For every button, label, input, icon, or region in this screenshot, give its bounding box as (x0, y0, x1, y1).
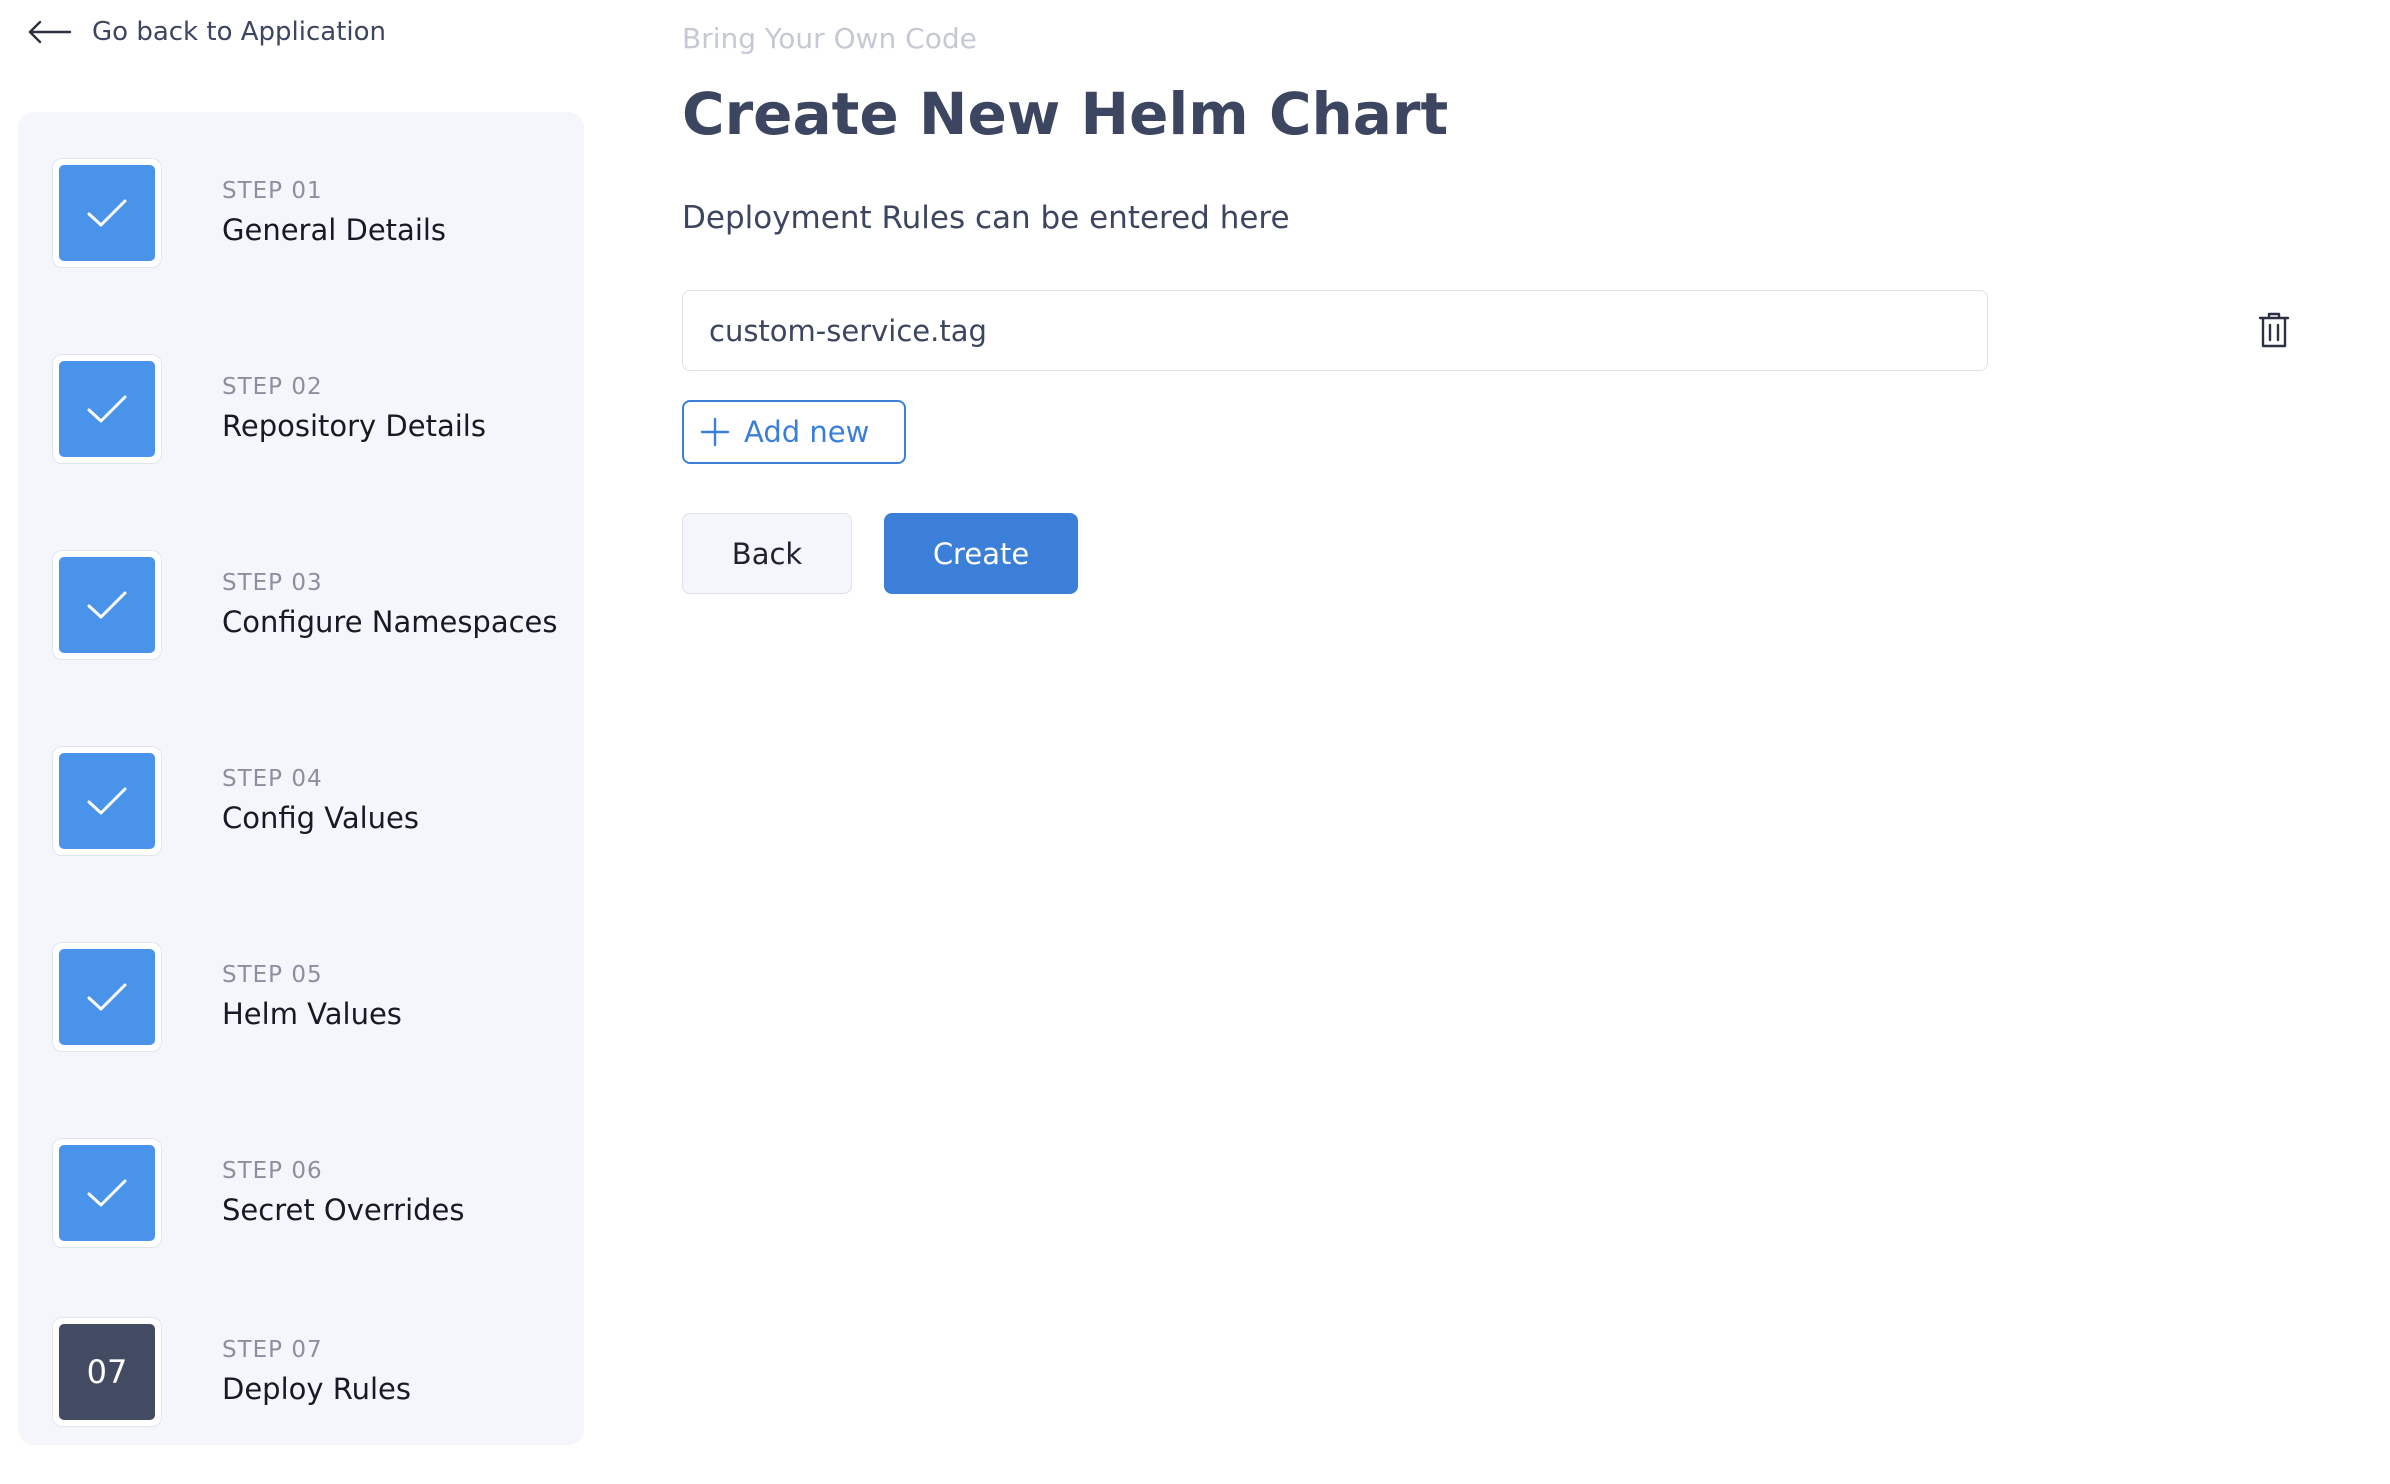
trash-icon (2258, 312, 2290, 348)
step-indicator (52, 550, 162, 660)
step-title: Deploy Rules (222, 1372, 411, 1406)
deployment-rules-label: Deployment Rules can be entered here (682, 200, 1290, 236)
step-indicator: 07 (52, 1317, 162, 1427)
step-number: 07 (86, 1353, 128, 1391)
add-new-rule-button[interactable]: Add new (682, 400, 906, 464)
step-indicator (52, 354, 162, 464)
checkmark-icon (87, 787, 127, 815)
checkmark-icon (87, 1179, 127, 1207)
step-number-label: STEP 04 (222, 766, 323, 792)
deployment-rule-input[interactable] (682, 290, 1988, 371)
stepper-sidebar: STEP 01 General Details STEP 02 Reposito… (18, 112, 584, 1445)
step-indicator (52, 1138, 162, 1248)
step-general-details[interactable]: STEP 01 General Details (52, 158, 572, 270)
delete-rule-button[interactable] (2252, 308, 2296, 352)
plus-icon (700, 417, 730, 447)
step-number-label: STEP 01 (222, 178, 323, 204)
step-indicator (52, 942, 162, 1052)
step-number-label: STEP 03 (222, 570, 323, 596)
checkmark-icon (87, 395, 127, 423)
back-to-application-label: Go back to Application (92, 17, 387, 47)
step-number-label: STEP 05 (222, 962, 323, 988)
step-title: General Details (222, 213, 447, 247)
arrow-left-icon (28, 20, 72, 44)
step-title: Secret Overrides (222, 1193, 465, 1227)
back-button[interactable]: Back (682, 513, 852, 594)
step-deploy-rules[interactable]: 07 STEP 07 Deploy Rules (52, 1317, 572, 1429)
create-button[interactable]: Create (884, 513, 1078, 594)
checkmark-icon (87, 591, 127, 619)
add-new-label: Add new (744, 415, 870, 449)
step-number-label: STEP 06 (222, 1158, 323, 1184)
main-content: Bring Your Own Code Create New Helm Char… (682, 0, 2332, 1484)
checkmark-icon (87, 199, 127, 227)
step-config-values[interactable]: STEP 04 Config Values (52, 746, 572, 858)
step-title: Config Values (222, 801, 420, 835)
step-indicator (52, 746, 162, 856)
step-title: Repository Details (222, 409, 486, 443)
step-title: Helm Values (222, 997, 402, 1031)
step-configure-namespaces[interactable]: STEP 03 Configure Namespaces (52, 550, 572, 662)
step-helm-values[interactable]: STEP 05 Helm Values (52, 942, 572, 1054)
step-indicator (52, 158, 162, 268)
step-number-label: STEP 02 (222, 374, 323, 400)
checkmark-icon (87, 983, 127, 1011)
step-number-label: STEP 07 (222, 1337, 323, 1363)
back-to-application-link[interactable]: Go back to Application (28, 14, 386, 50)
page-eyebrow: Bring Your Own Code (682, 22, 977, 55)
step-title: Configure Namespaces (222, 605, 558, 639)
step-secret-overrides[interactable]: STEP 06 Secret Overrides (52, 1138, 572, 1250)
step-repository-details[interactable]: STEP 02 Repository Details (52, 354, 572, 466)
page-title: Create New Helm Chart (682, 80, 1449, 148)
